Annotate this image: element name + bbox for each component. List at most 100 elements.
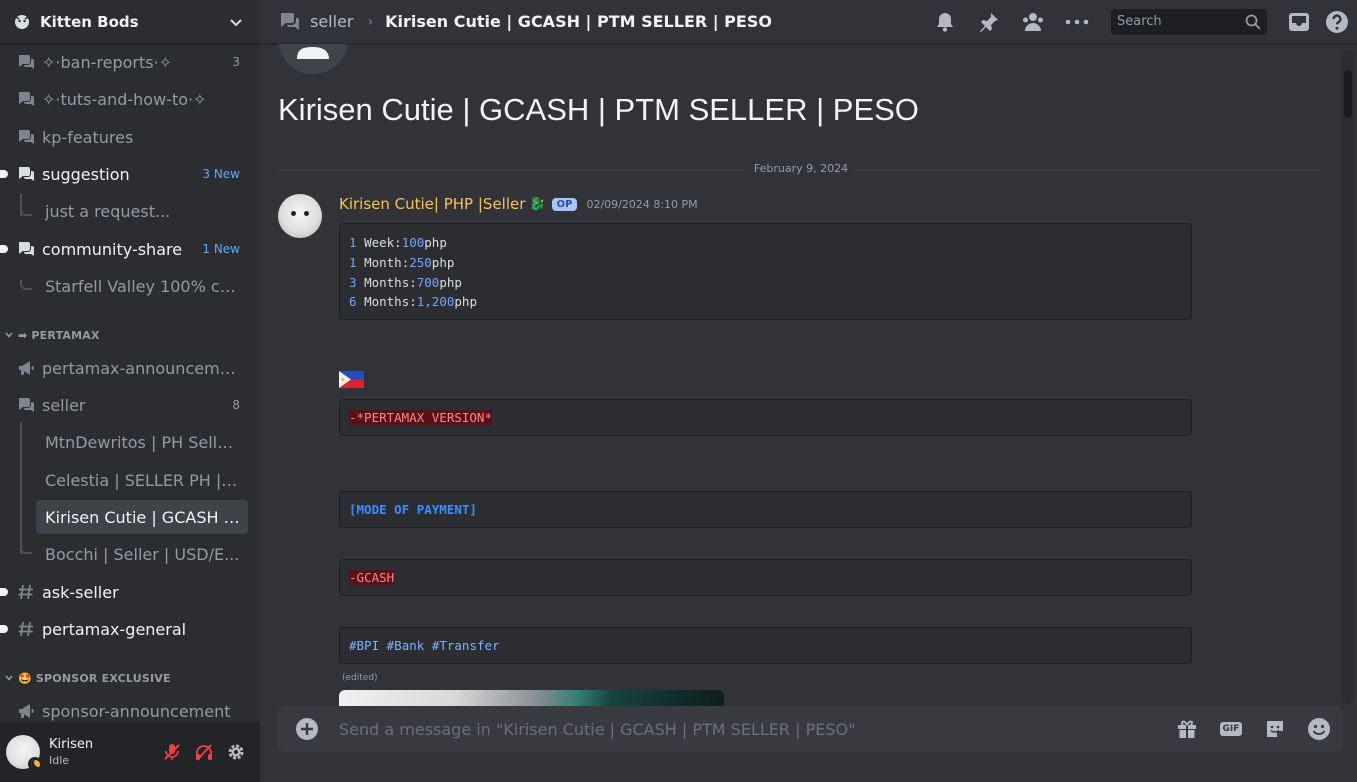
gift-icon	[1178, 720, 1196, 738]
scrollbar-thumb[interactable]	[1344, 70, 1352, 118]
op-badge: OP	[551, 197, 578, 211]
channel-suggestion[interactable]: suggestion 3 New	[0, 157, 248, 191]
server-icon	[15, 14, 29, 29]
payment-heading-codeblock: [MODE OF PAYMENT]	[339, 491, 1192, 528]
search-icon	[1245, 14, 1261, 30]
thread-connector	[20, 422, 22, 554]
scrollbar[interactable]	[1342, 50, 1354, 704]
user-info[interactable]: Kirisen Idle	[49, 737, 156, 767]
members-icon	[1023, 12, 1043, 31]
emoji-button[interactable]	[1307, 717, 1331, 741]
inbox-icon	[1289, 12, 1309, 31]
unread-count: 8	[232, 398, 240, 412]
new-badge: 3 New	[202, 167, 240, 181]
forum-icon	[281, 12, 299, 30]
channel-ask-seller[interactable]: ask-seller	[0, 575, 248, 609]
bell-icon	[937, 12, 953, 32]
add-attachment-button[interactable]	[295, 717, 319, 741]
thread-mtndewritos[interactable]: MtnDewritos | PH Selle...	[36, 425, 248, 459]
channel-pertamax-general[interactable]: pertamax-general	[0, 612, 248, 646]
price-line: 1 Week:100php	[349, 235, 447, 250]
user-settings-button[interactable]	[220, 736, 252, 768]
unread-count: 3	[232, 55, 240, 69]
forum-icon	[19, 130, 34, 144]
sticker-button[interactable]	[1263, 717, 1287, 741]
forum-icon	[19, 55, 34, 69]
channel-ban-reports[interactable]: ✧·ban-reports·✧ 3	[8, 45, 248, 79]
hashtag-icon	[18, 584, 33, 600]
channel-community-share[interactable]: community-share 1 New	[0, 232, 248, 266]
message-timestamp[interactable]: 02/09/2024 8:10 PM	[586, 198, 697, 211]
chevron-down-icon	[5, 675, 13, 681]
price-line: 6 Months:1,200php	[349, 294, 477, 310]
breadcrumb-separator-icon: ›	[367, 13, 374, 30]
price-list-codeblock: 1 Week:100php 1 Month:250php 3 Months:70…	[339, 223, 1192, 320]
channel-sponsor-announcement[interactable]: sponsor-announcement	[8, 694, 248, 722]
member-list-button[interactable]	[1021, 10, 1045, 34]
breadcrumb-parent-channel[interactable]: seller	[310, 12, 354, 31]
thread-connector	[20, 544, 32, 554]
user-status: Idle	[49, 754, 70, 767]
channel-seller[interactable]: seller 8	[8, 388, 248, 422]
chevron-down-icon	[5, 332, 13, 338]
pinned-messages-button[interactable]	[977, 10, 1001, 34]
message-input[interactable]: Send a message in "Kirisen Cutie | GCASH…	[339, 720, 1155, 739]
search-input[interactable]: Search	[1111, 8, 1267, 35]
thread-just-a-request[interactable]: just a request...	[36, 194, 248, 228]
inbox-button[interactable]	[1287, 10, 1311, 34]
price-line: 3 Months:700php	[349, 274, 462, 290]
gear-icon	[228, 744, 244, 760]
message-header: Kirisen Cutie| PHP |Seller 🐉 OP 02/09/20…	[339, 195, 698, 213]
microphone-muted-icon	[164, 744, 180, 760]
notification-settings-button[interactable]	[933, 10, 957, 34]
message-avatar[interactable]	[278, 194, 322, 238]
forum-icon	[19, 398, 34, 412]
unread-indicator	[0, 170, 8, 178]
sticker-icon	[1267, 721, 1283, 737]
channel-pertamax-announcements[interactable]: pertamax-announceme...	[8, 351, 248, 385]
hashtag-icon	[18, 621, 33, 637]
image-attachment[interactable]	[339, 690, 724, 706]
channel-header: seller › Kirisen Cutie | GCASH | PTM SEL…	[260, 0, 1357, 44]
server-header[interactable]: Kitten Bods	[0, 0, 260, 44]
message-author[interactable]: Kirisen Cutie| PHP |Seller	[339, 195, 525, 213]
more-options-button[interactable]	[1065, 10, 1089, 34]
unread-indicator	[0, 245, 8, 253]
server-name: Kitten Bods	[40, 12, 139, 31]
page-title: Kirisen Cutie | GCASH | PTM SELLER | PES…	[385, 12, 772, 31]
channel-kp-features[interactable]: kp-features	[8, 120, 248, 154]
headphones-deafened-icon	[196, 744, 212, 761]
mute-button[interactable]	[156, 736, 188, 768]
chat-bubble-icon	[297, 47, 329, 59]
announcement-icon	[19, 704, 34, 718]
pin-icon	[980, 12, 998, 32]
help-button[interactable]	[1325, 10, 1349, 34]
message-list[interactable]: Kirisen Cutie | GCASH | PTM SELLER | PES…	[260, 44, 1342, 706]
chevron-down-icon	[230, 18, 242, 26]
thread-title: Kirisen Cutie | GCASH | PTM SELLER | PES…	[278, 92, 919, 127]
price-line: 1 Month:250php	[349, 254, 455, 270]
thread-kirisen-cutie[interactable]: Kirisen Cutie | GCASH | ...	[36, 500, 248, 534]
thread-starfell-valley[interactable]: Starfell Valley 100% co...	[36, 269, 248, 303]
message-composer: Send a message in "Kirisen Cutie | GCASH…	[277, 706, 1343, 752]
channel-sidebar: Kitten Bods ✧·ban-reports·✧ 3 ✧·tuts-and…	[0, 0, 260, 782]
channel-tuts-and-how-to[interactable]: ✧·tuts-and-how-to·✧	[8, 82, 248, 116]
version-codeblock: -*PERTAMAX VERSION*	[339, 399, 1192, 436]
philippines-flag-icon	[339, 371, 364, 388]
category-pertamax[interactable]: ➡ PERTAMAX	[4, 325, 100, 345]
user-panel: Kirisen Idle	[0, 722, 260, 782]
gif-button[interactable]: GIF	[1219, 717, 1243, 741]
thread-bocchi[interactable]: Bocchi | Seller | USD/E...	[36, 537, 248, 571]
unread-indicator	[0, 625, 8, 633]
user-avatar[interactable]	[6, 735, 42, 771]
thread-connector	[20, 280, 32, 290]
gift-button[interactable]	[1175, 717, 1199, 741]
tags-codeblock: #BPI #Bank #Transfer	[339, 627, 1192, 664]
date-divider: February 9, 2024	[278, 162, 1324, 175]
category-sponsor-exclusive[interactable]: 🤩 SPONSOR EXCLUSIVE	[4, 668, 171, 688]
thread-forum-icon	[278, 44, 348, 74]
forum-icon	[19, 242, 34, 256]
announcement-icon	[19, 361, 34, 375]
thread-celestia[interactable]: Celestia | SELLER PH | ...	[36, 463, 248, 497]
deafen-button[interactable]	[188, 736, 220, 768]
